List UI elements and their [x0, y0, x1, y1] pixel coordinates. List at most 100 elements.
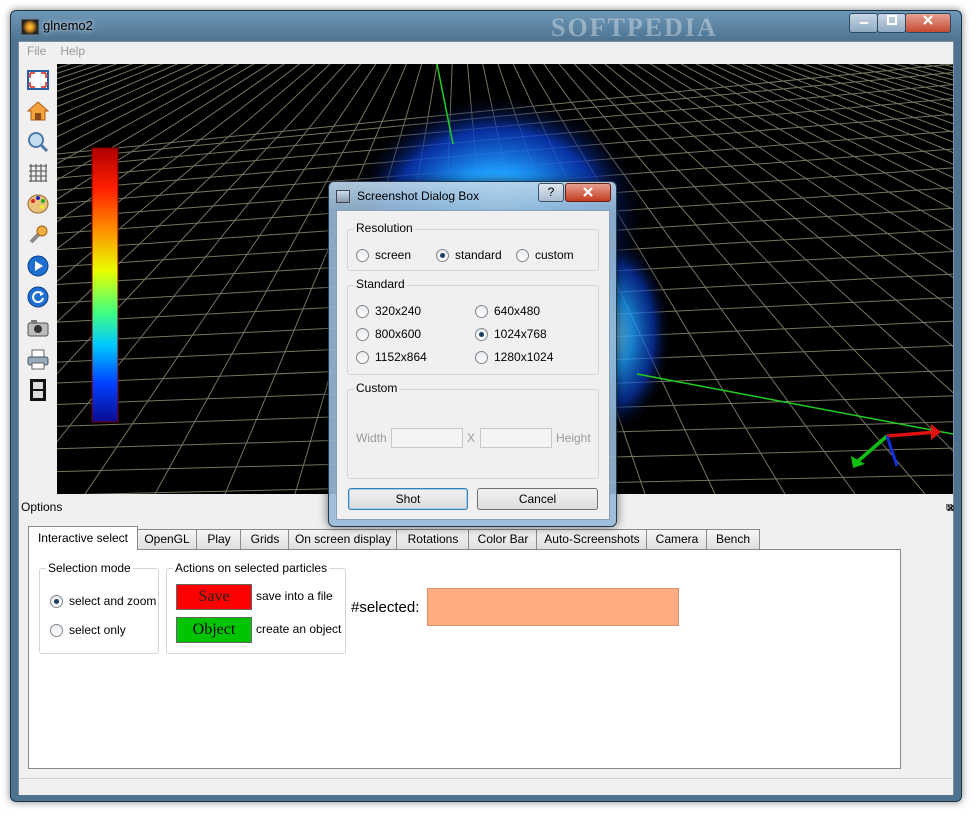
radio-1024x768[interactable]: 1024x768: [475, 327, 547, 341]
radio-screen[interactable]: screen: [356, 248, 411, 262]
print-button[interactable]: [26, 347, 50, 371]
radio-screen-label: screen: [375, 248, 412, 262]
home-icon: [27, 101, 49, 121]
cancel-button[interactable]: Cancel: [477, 488, 598, 510]
radio-320x240[interactable]: 320x240: [356, 304, 421, 318]
selection-mode-group: Selection mode select and zoom select on…: [39, 561, 159, 654]
radio-select-only-indicator[interactable]: [50, 623, 63, 637]
radio-640x480-indicator[interactable]: [475, 304, 488, 318]
watermark-text: SOFTPEDIA: [551, 13, 718, 42]
object-button[interactable]: Object: [176, 617, 252, 643]
play-button[interactable]: [26, 254, 50, 278]
rotate-button[interactable]: [26, 285, 50, 309]
dock-buttons: ⧉ ✕: [944, 499, 955, 515]
grid-line: [944, 64, 953, 494]
menu-help[interactable]: Help: [52, 42, 91, 58]
radio-1024x768-label: 1024x768: [494, 327, 547, 341]
save-description: save into a file: [256, 589, 333, 603]
tab-interactive-select[interactable]: Interactive select: [28, 526, 138, 550]
radio-custom[interactable]: custom: [516, 248, 574, 262]
radio-320x240-indicator[interactable]: [356, 304, 369, 318]
printer-icon: [27, 349, 49, 370]
radio-320x240-label: 320x240: [375, 304, 422, 318]
zoom-button[interactable]: [26, 130, 50, 154]
custom-title: Custom: [354, 381, 400, 395]
grid-button[interactable]: [26, 161, 50, 185]
actions-title: Actions on selected particles: [173, 561, 330, 575]
radio-select-and-zoom-label: select and zoom: [69, 594, 157, 608]
grid-icon: [29, 164, 47, 182]
radio-screen-indicator[interactable]: [356, 248, 369, 262]
app-icon: [21, 19, 39, 35]
standard-group: Standard 320x240 640x480 800x600 1024x76…: [347, 277, 599, 375]
save-button[interactable]: Save: [176, 584, 252, 610]
radio-1152x864[interactable]: 1152x864: [356, 350, 427, 364]
camera-icon: [27, 320, 49, 337]
title-bar[interactable]: glnemo2 SOFTPEDIA: [11, 11, 961, 42]
shot-button[interactable]: Shot: [348, 488, 468, 510]
rotate-icon: [27, 286, 49, 308]
zoom-icon: [28, 132, 49, 153]
tab-rotations[interactable]: Rotations: [396, 529, 470, 549]
radio-custom-indicator[interactable]: [516, 248, 529, 262]
options-panel: Interactive select OpenGL Play Grids On …: [19, 518, 953, 776]
radio-1280x1024-label: 1280x1024: [494, 350, 554, 364]
radio-select-only[interactable]: select only: [50, 623, 126, 637]
tab-play[interactable]: Play: [196, 529, 242, 549]
window-title: glnemo2: [43, 18, 93, 33]
maximize-button[interactable]: [877, 13, 906, 33]
radio-1280x1024[interactable]: 1280x1024: [475, 350, 553, 364]
home-button[interactable]: [26, 99, 50, 123]
radio-640x480-label: 640x480: [494, 304, 541, 318]
radio-800x600[interactable]: 800x600: [356, 327, 421, 341]
tab-opengl[interactable]: OpenGL: [136, 529, 198, 549]
width-input[interactable]: [391, 428, 463, 448]
film-icon: [30, 379, 46, 401]
close-icon: [923, 15, 933, 25]
grid-line: [665, 64, 953, 230]
tab-bench[interactable]: Bench: [706, 529, 760, 549]
menu-bar: File Help: [19, 42, 953, 62]
selected-count-label: #selected:: [351, 599, 420, 616]
radio-custom-label: custom: [535, 248, 574, 262]
close-dock-icon[interactable]: ✕: [946, 502, 955, 515]
tab-camera[interactable]: Camera: [646, 529, 708, 549]
radio-800x600-label: 800x600: [375, 327, 422, 341]
radio-1280x1024-indicator[interactable]: [475, 350, 488, 364]
close-button[interactable]: [905, 13, 951, 33]
radio-standard-indicator[interactable]: [436, 248, 449, 262]
radio-640x480[interactable]: 640x480: [475, 304, 540, 318]
settings-button[interactable]: [26, 223, 50, 247]
radio-1024x768-indicator[interactable]: [475, 327, 488, 341]
left-toolbar: [22, 64, 56, 494]
fullscreen-icon: [27, 70, 49, 90]
palette-button[interactable]: [26, 192, 50, 216]
movie-button[interactable]: [26, 378, 50, 402]
radio-standard-label: standard: [455, 248, 502, 262]
fullscreen-button[interactable]: [26, 68, 50, 92]
actions-group: Actions on selected particles Save save …: [166, 561, 346, 654]
wrench-icon: [29, 225, 48, 244]
radio-800x600-indicator[interactable]: [356, 327, 369, 341]
dialog-help-button[interactable]: ?: [538, 183, 564, 202]
dialog-close-button[interactable]: [565, 183, 611, 202]
radio-1152x864-indicator[interactable]: [356, 350, 369, 364]
selected-count-display: [427, 588, 679, 626]
menu-file[interactable]: File: [19, 42, 52, 58]
tab-auto-screenshots[interactable]: Auto-Screenshots: [536, 529, 648, 549]
height-input[interactable]: [480, 428, 552, 448]
tab-color-bar[interactable]: Color Bar: [468, 529, 538, 549]
object-description: create an object: [256, 622, 342, 636]
tab-grids[interactable]: Grids: [240, 529, 290, 549]
radio-standard[interactable]: standard: [436, 248, 502, 262]
tab-on-screen-display[interactable]: On screen display: [288, 529, 398, 549]
screenshot-dialog: Screenshot Dialog Box ? Resolution scree…: [328, 181, 617, 527]
radio-select-and-zoom[interactable]: select and zoom: [50, 594, 156, 608]
dialog-window-icon: [336, 190, 350, 203]
minimize-button[interactable]: [849, 13, 878, 33]
radio-select-and-zoom-indicator[interactable]: [50, 594, 63, 608]
camera-button[interactable]: [26, 316, 50, 340]
play-icon: [27, 255, 49, 277]
axes-gizmo: [851, 424, 941, 468]
radio-select-only-label: select only: [69, 623, 126, 637]
